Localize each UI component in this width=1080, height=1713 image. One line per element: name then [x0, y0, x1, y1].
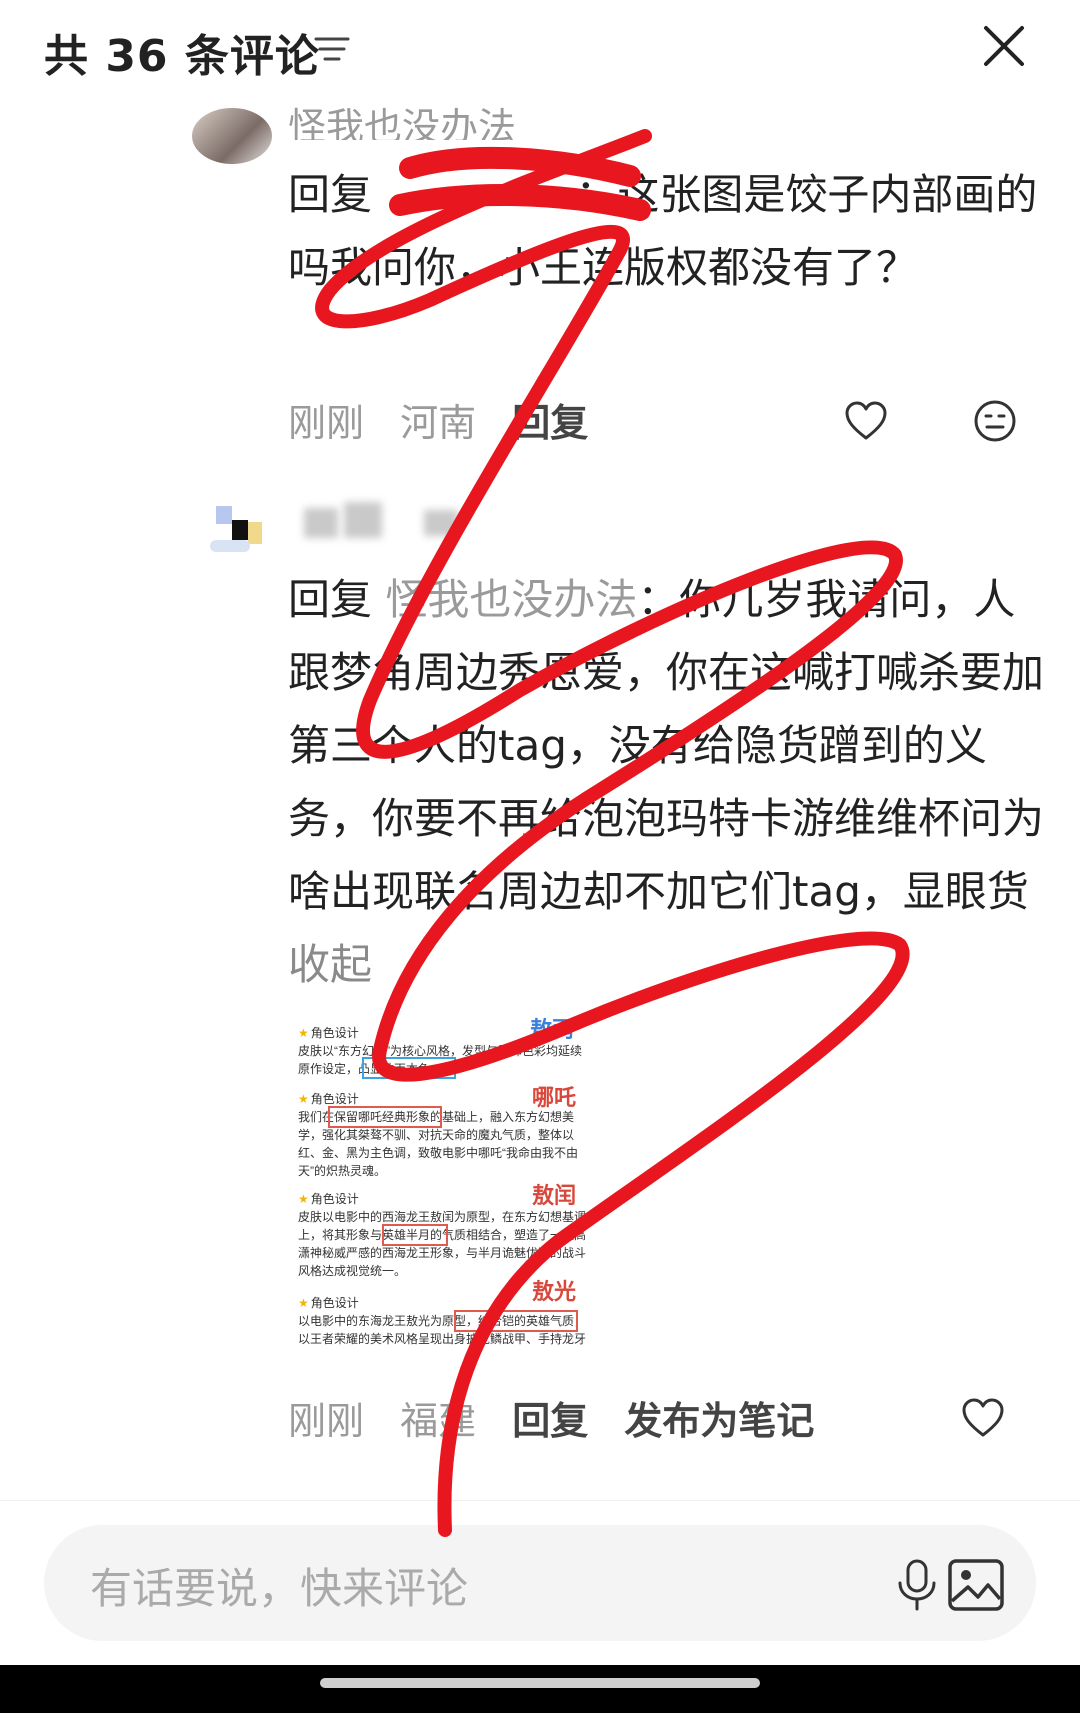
image-text: 皮肤以电影中的西海龙王敖闰为原型，在东方幻想基调	[298, 1210, 587, 1224]
image-text: 红、金、黑为主色调，致敬电影中哪吒“我命由我不由	[298, 1146, 578, 1160]
comment-time: 刚刚	[288, 401, 365, 445]
comment-text: 回复 ：这张图是饺子内部画的吗我问你，小王连版权都没有了？	[288, 158, 1048, 304]
reply-prefix: 回复	[288, 575, 373, 624]
microphone-icon[interactable]	[892, 1557, 942, 1613]
reply-button[interactable]: 回复	[512, 1399, 588, 1443]
reply-mention[interactable]: 怪我也没办法	[385, 575, 637, 624]
sort-filter-icon[interactable]	[312, 30, 352, 70]
reply-prefix: 回复	[288, 170, 373, 219]
image-text: 潇神秘威严感的西海龙王形象，与半月诡魅优雅的战斗	[298, 1246, 587, 1260]
emoji-face-icon[interactable]	[972, 398, 1018, 444]
avatar[interactable]	[192, 108, 272, 164]
publish-as-note-button[interactable]: 发布为笔记	[624, 1399, 814, 1443]
image-text: 学，强化其桀骜不驯、对抗天命的魔丸气质，整体以	[298, 1128, 575, 1142]
image-text: 角色设计	[310, 1192, 359, 1206]
comment-body: ：这张图是饺子内部画的吗我问你，小王连版权都没有了？	[288, 170, 1038, 292]
image-text: 以王者荣耀的美术风格呈现出身披龙鳞战甲、手持龙牙	[298, 1332, 587, 1346]
comment-username[interactable]	[304, 500, 484, 540]
image-text: 角色设计	[310, 1026, 359, 1040]
image-text: 风格达成视觉统一。	[298, 1264, 407, 1278]
comment-location: 河南	[400, 401, 477, 445]
comment-time: 刚刚	[288, 1399, 365, 1443]
comments-count-title: 共 36 条评论	[44, 31, 320, 82]
comment-text: 回复 怪我也没办法：你几岁我请问，人跟梦角周边秀恩爱，你在这喊打喊杀要加第三个人…	[288, 563, 1048, 1001]
image-heading: 敖丙	[530, 1017, 575, 1042]
comment-username[interactable]: 怪我也没办法	[288, 96, 516, 140]
image-picker-icon[interactable]	[944, 1553, 1008, 1617]
image-heading: 敖光	[532, 1279, 577, 1304]
close-icon[interactable]	[980, 22, 1028, 70]
comment-meta: 刚刚 福建 回复 发布为笔记	[288, 1390, 838, 1445]
comment-input-placeholder: 有话要说，快来评论	[90, 1564, 469, 1613]
heart-outline-icon[interactable]	[960, 1395, 1006, 1441]
image-text: 天”的炽热灵魂。	[298, 1164, 386, 1178]
comment-meta: 刚刚 河南 回复	[288, 392, 612, 447]
comments-header: 共 36 条评论	[0, 0, 1080, 100]
home-indicator[interactable]	[320, 1678, 760, 1688]
comment-location: 福建	[400, 1399, 477, 1443]
image-text: 角色设计	[310, 1092, 359, 1106]
heart-outline-icon[interactable]	[843, 398, 889, 444]
system-nav-bar	[0, 1665, 1080, 1713]
comment-body: ：你几岁我请问，人跟梦角周边秀恩爱，你在这喊打喊杀要加第三个人的tag，没有给隐…	[288, 575, 1045, 916]
reply-button[interactable]: 回复	[512, 401, 588, 445]
image-text: 角色设计	[310, 1296, 359, 1310]
comment-attached-image[interactable]: 敖丙 ★ 角色设计 皮肤以“东方幻想”为核心风格，发型与服饰色彩均延续 原作设定，…	[292, 1010, 624, 1368]
avatar[interactable]	[198, 492, 272, 566]
image-heading: 敖闰	[532, 1183, 577, 1208]
comment-input[interactable]: 有话要说，快来评论	[44, 1525, 1036, 1641]
collapse-link[interactable]: 收起	[288, 940, 372, 989]
divider	[0, 1500, 1080, 1501]
